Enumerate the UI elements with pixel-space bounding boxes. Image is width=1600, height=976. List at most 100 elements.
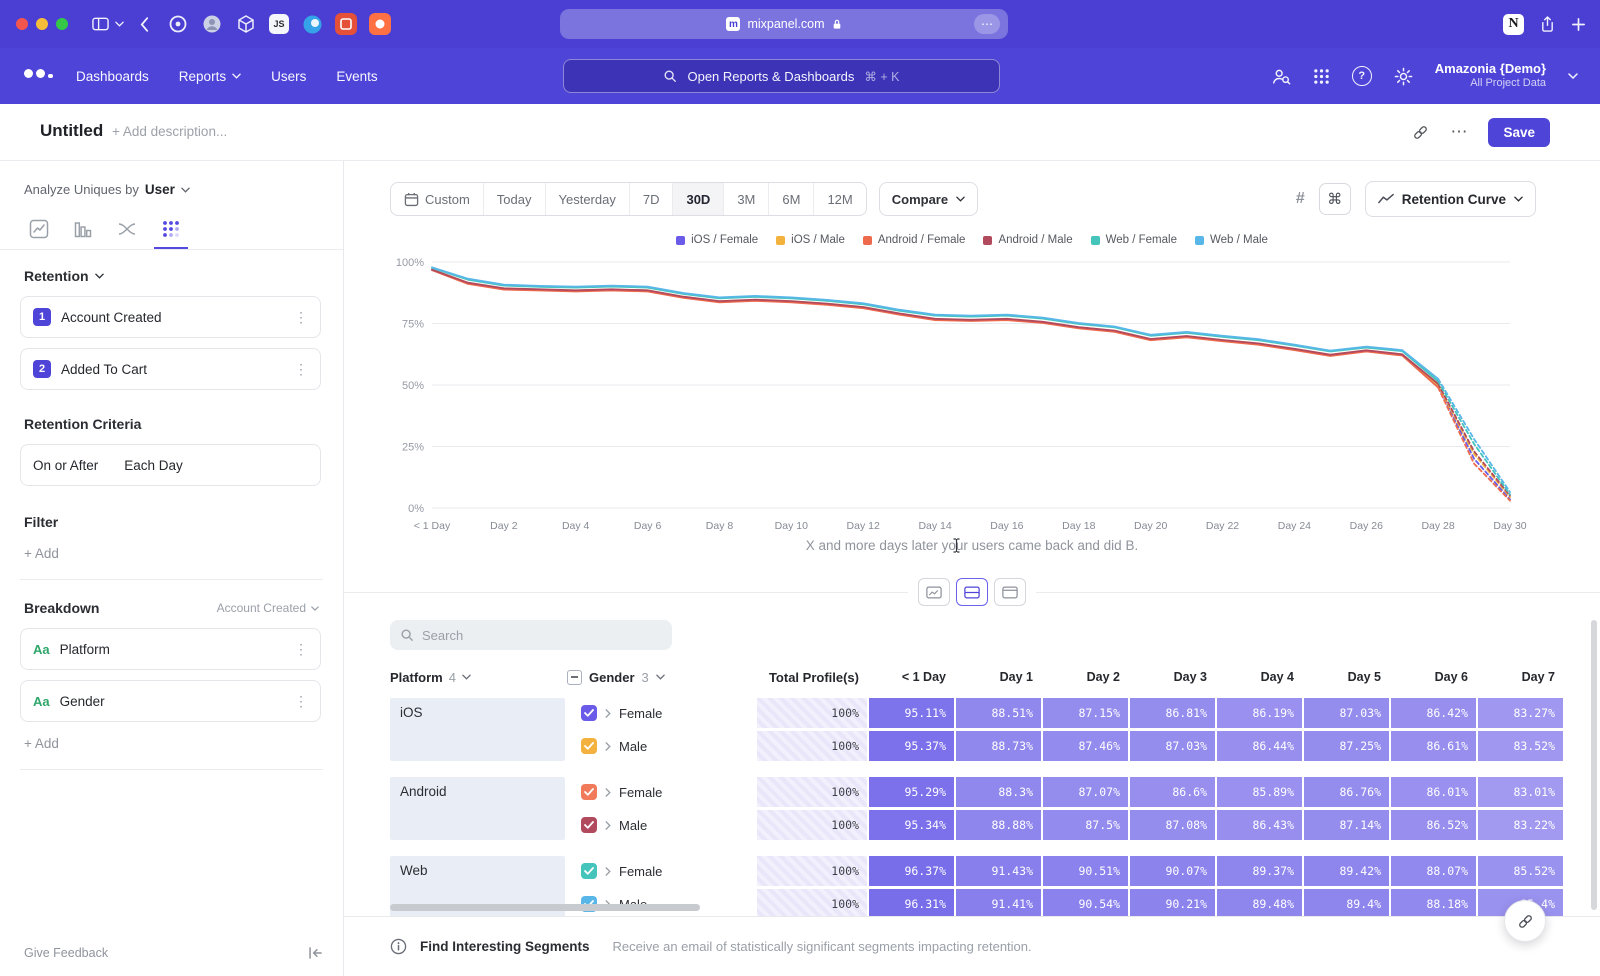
address-bar[interactable]: m mixpanel.com ⋯ bbox=[560, 9, 1008, 39]
platform-cell[interactable]: Android bbox=[390, 777, 565, 840]
extension-icon-avatar[interactable] bbox=[201, 13, 223, 35]
tab-retention-icon[interactable] bbox=[154, 209, 188, 249]
user-lookup-icon[interactable] bbox=[1271, 67, 1291, 86]
retention-value-cell[interactable]: 88.3% bbox=[956, 777, 1041, 807]
retention-value-cell[interactable]: 87.5% bbox=[1043, 810, 1128, 840]
retention-value-cell[interactable]: 86.81% bbox=[1130, 698, 1215, 728]
floating-share-link-button[interactable] bbox=[1504, 900, 1546, 942]
retention-value-cell[interactable]: 85.89% bbox=[1217, 777, 1302, 807]
nav-item-dashboards[interactable]: Dashboards bbox=[76, 69, 149, 84]
retention-value-cell[interactable]: 89.37% bbox=[1217, 856, 1302, 886]
extension-icon-timer[interactable] bbox=[167, 13, 189, 35]
column-header-day[interactable]: Day 7 bbox=[1478, 670, 1563, 684]
gender-cell[interactable]: Male bbox=[569, 731, 757, 761]
date-range-today[interactable]: Today bbox=[483, 183, 545, 215]
retention-value-cell[interactable]: 86.61% bbox=[1391, 731, 1476, 761]
extension-icon-cube[interactable] bbox=[235, 13, 257, 35]
retention-value-cell[interactable]: 83.27% bbox=[1478, 698, 1563, 728]
retention-value-cell[interactable]: 89.4% bbox=[1304, 889, 1389, 919]
apps-grid-icon[interactable] bbox=[1313, 68, 1330, 85]
save-button[interactable]: Save bbox=[1488, 118, 1550, 147]
vertical-scrollbar-thumb[interactable] bbox=[1591, 620, 1597, 910]
layout-chart-only-button[interactable] bbox=[918, 578, 950, 606]
nav-item-users[interactable]: Users bbox=[271, 69, 306, 84]
legend-item[interactable]: Web / Male bbox=[1195, 234, 1268, 246]
retention-value-cell[interactable]: 90.21% bbox=[1130, 889, 1215, 919]
retention-value-cell[interactable]: 91.41% bbox=[956, 889, 1041, 919]
gender-cell[interactable]: Female bbox=[569, 856, 757, 886]
retention-criteria-card[interactable]: On or After Each Day bbox=[20, 444, 321, 486]
retention-value-cell[interactable]: 87.08% bbox=[1130, 810, 1215, 840]
share-icon[interactable] bbox=[1540, 15, 1555, 33]
minimize-window-button[interactable] bbox=[36, 18, 48, 30]
collapse-sidebar-icon[interactable] bbox=[308, 946, 323, 960]
compare-button[interactable]: Compare bbox=[879, 182, 978, 216]
mixpanel-logo[interactable] bbox=[24, 69, 53, 78]
date-range-30d[interactable]: 30D bbox=[672, 183, 723, 215]
breakdown-context-selector[interactable]: Account Created bbox=[217, 601, 319, 615]
report-description-placeholder[interactable]: + Add description... bbox=[112, 124, 227, 139]
date-range-6m[interactable]: 6M bbox=[768, 183, 813, 215]
retention-value-cell[interactable]: 90.51% bbox=[1043, 856, 1128, 886]
series-checkbox[interactable] bbox=[581, 705, 597, 721]
zoom-window-button[interactable] bbox=[56, 18, 68, 30]
retention-value-cell[interactable]: 87.46% bbox=[1043, 731, 1128, 761]
extension-icon-js[interactable]: JS bbox=[269, 14, 289, 34]
retention-value-cell[interactable]: 87.03% bbox=[1130, 731, 1215, 761]
retention-value-cell[interactable]: 86.43% bbox=[1217, 810, 1302, 840]
retention-value-cell[interactable]: 88.73% bbox=[956, 731, 1041, 761]
tab-funnels-icon[interactable] bbox=[66, 209, 100, 249]
retention-value-cell[interactable]: 86.52% bbox=[1391, 810, 1476, 840]
legend-item[interactable]: Android / Female bbox=[863, 234, 966, 246]
nav-item-reports[interactable]: Reports bbox=[179, 69, 241, 84]
report-title[interactable]: Untitled bbox=[40, 121, 103, 141]
global-search-bar[interactable]: Open Reports & Dashboards ⌘ + K bbox=[563, 59, 1000, 93]
retention-value-cell[interactable]: 88.07% bbox=[1391, 856, 1476, 886]
nav-item-events[interactable]: Events bbox=[336, 69, 377, 84]
series-checkbox[interactable] bbox=[581, 817, 597, 833]
retention-value-cell[interactable]: 89.42% bbox=[1304, 856, 1389, 886]
retention-value-cell[interactable]: 87.14% bbox=[1304, 810, 1389, 840]
retention-value-cell[interactable]: 88.88% bbox=[956, 810, 1041, 840]
retention-value-cell[interactable]: 88.18% bbox=[1391, 889, 1476, 919]
gender-indeterminate-checkbox[interactable] bbox=[567, 670, 582, 685]
annotations-icon[interactable]: # bbox=[1296, 190, 1305, 208]
retention-value-cell[interactable]: 96.37% bbox=[869, 856, 954, 886]
retention-value-cell[interactable]: 95.37% bbox=[869, 731, 954, 761]
retention-value-cell[interactable]: 90.07% bbox=[1130, 856, 1215, 886]
retention-value-cell[interactable]: 86.42% bbox=[1391, 698, 1476, 728]
horizontal-scrollbar-thumb[interactable] bbox=[390, 904, 700, 911]
back-button[interactable] bbox=[140, 17, 149, 32]
retention-value-cell[interactable]: 91.43% bbox=[956, 856, 1041, 886]
table-search-input[interactable]: Search bbox=[390, 620, 672, 650]
column-header-day[interactable]: Day 2 bbox=[1043, 670, 1128, 684]
page-actions-icon[interactable]: ⋯ bbox=[974, 14, 1000, 34]
retention-value-cell[interactable]: 88.51% bbox=[956, 698, 1041, 728]
browser-sidebar-toggle-icon[interactable] bbox=[92, 17, 109, 31]
extension-icon-orange[interactable] bbox=[369, 13, 391, 35]
retention-value-cell[interactable]: 86.76% bbox=[1304, 777, 1389, 807]
layout-split-button[interactable] bbox=[956, 578, 988, 606]
column-header-platform[interactable]: Platform 4 bbox=[390, 670, 567, 685]
filter-add-button[interactable]: + Add bbox=[20, 546, 323, 580]
retention-value-cell[interactable]: 87.25% bbox=[1304, 731, 1389, 761]
legend-item[interactable]: iOS / Male bbox=[776, 234, 845, 246]
legend-item[interactable]: Android / Male bbox=[983, 234, 1072, 246]
retention-step-2[interactable]: 2Added To Cart⋮ bbox=[20, 348, 321, 390]
find-segments-title[interactable]: Find Interesting Segments bbox=[420, 939, 590, 954]
column-header-gender[interactable]: Gender 3 bbox=[567, 670, 757, 685]
retention-value-cell[interactable]: 86.19% bbox=[1217, 698, 1302, 728]
retention-value-cell[interactable]: 87.15% bbox=[1043, 698, 1128, 728]
shortcuts-icon-button[interactable]: ⌘ bbox=[1319, 183, 1351, 215]
analyze-uniques-value[interactable]: User bbox=[145, 182, 175, 197]
retention-value-cell[interactable]: 95.29% bbox=[869, 777, 954, 807]
date-range-12m[interactable]: 12M bbox=[813, 183, 865, 215]
breakdown-item-platform[interactable]: AaPlatform⋮ bbox=[20, 628, 321, 670]
column-header-day[interactable]: Day 3 bbox=[1130, 670, 1215, 684]
criteria-on-or-after[interactable]: On or After bbox=[33, 458, 98, 473]
copy-link-icon[interactable] bbox=[1411, 123, 1430, 142]
kebab-menu-icon[interactable]: ⋮ bbox=[294, 309, 308, 326]
help-icon[interactable]: ? bbox=[1352, 66, 1372, 86]
series-checkbox[interactable] bbox=[581, 863, 597, 879]
retention-value-cell[interactable]: 83.22% bbox=[1478, 810, 1563, 840]
